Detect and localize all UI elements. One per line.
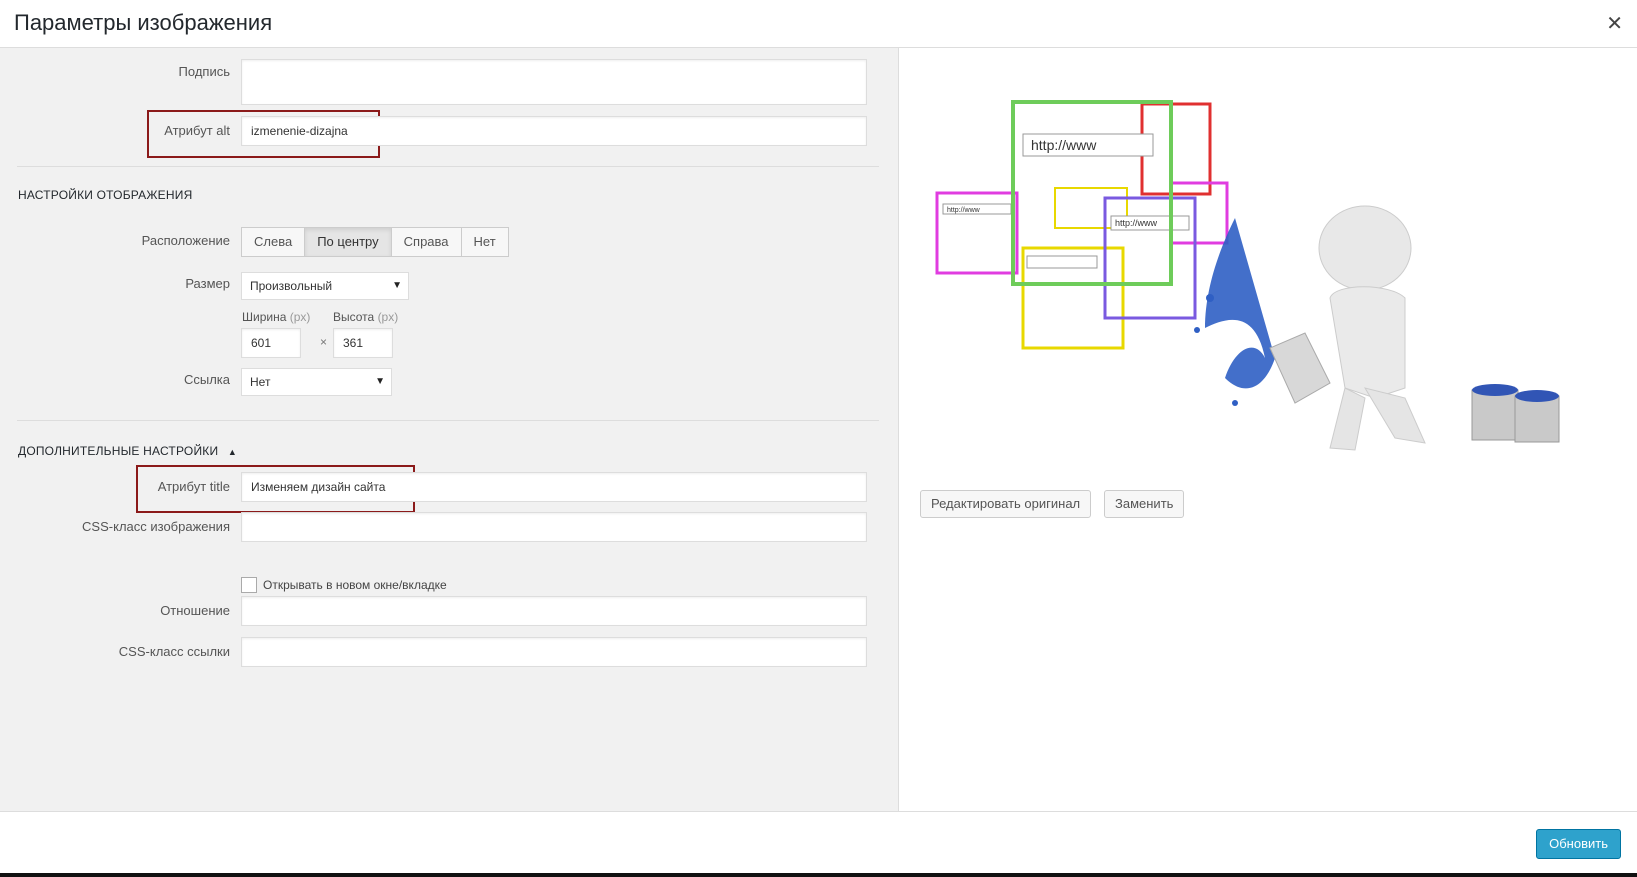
caption-textarea[interactable]: [241, 59, 867, 105]
align-left-button[interactable]: Слева: [241, 227, 306, 257]
url-text-small: http://www: [947, 207, 981, 214]
close-icon[interactable]: ✕: [1606, 11, 1623, 36]
new-window-checkbox[interactable]: [241, 577, 257, 593]
settings-panel: Подпись Атрибут alt izmenenie-dizajna НА…: [0, 48, 899, 811]
advanced-settings-title: ДОПОЛНИТЕЛЬНЫЕ НАСТРОЙКИ: [18, 444, 219, 458]
url-text-large: http://www: [1031, 137, 1097, 153]
display-settings-title: НАСТРОЙКИ ОТОБРАЖЕНИЯ: [18, 188, 193, 202]
title-attr-label: Атрибут title: [157, 479, 230, 494]
align-label: Расположение: [141, 233, 230, 248]
link-label: Ссылка: [183, 372, 230, 387]
height-label: Высота (px): [333, 310, 399, 324]
rel-input[interactable]: [241, 596, 867, 626]
dialog-header: Параметры изображения ✕: [0, 0, 1637, 48]
height-input[interactable]: 361: [333, 328, 393, 358]
css-link-input[interactable]: [241, 637, 867, 667]
alt-label: Атрибут alt: [164, 123, 230, 138]
size-label: Размер: [185, 276, 230, 291]
align-none-button[interactable]: Нет: [460, 227, 509, 257]
url-text-mid: http://www: [1115, 218, 1158, 228]
title-attr-input[interactable]: Изменяем дизайн сайта: [241, 472, 867, 502]
css-link-label: CSS-класс ссылки: [118, 644, 230, 659]
times-symbol: ×: [320, 335, 328, 349]
css-image-input[interactable]: [241, 512, 867, 542]
replace-button[interactable]: Заменить: [1104, 490, 1185, 518]
update-button[interactable]: Обновить: [1536, 829, 1621, 859]
caption-label: Подпись: [178, 64, 230, 79]
width-input[interactable]: 601: [241, 328, 301, 358]
size-select[interactable]: Произвольный ▼: [241, 272, 409, 300]
caret-down-icon: ▼: [392, 280, 402, 291]
divider: [17, 420, 879, 421]
edit-original-button[interactable]: Редактировать оригинал: [920, 490, 1092, 518]
divider: [17, 166, 879, 167]
align-center-button[interactable]: По центру: [304, 227, 392, 257]
preview-image: http://www http://www http://www: [935, 100, 1560, 451]
bottom-edge: [0, 873, 1637, 877]
link-select[interactable]: Нет ▼: [241, 368, 392, 396]
css-image-label: CSS-класс изображения: [82, 519, 230, 534]
size-select-value: Произвольный: [250, 279, 333, 293]
new-window-label: Открывать в новом окне/вкладке: [263, 578, 447, 592]
alt-input[interactable]: izmenenie-dizajna: [241, 116, 867, 146]
advanced-settings-toggle[interactable]: ДОПОЛНИТЕЛЬНЫЕ НАСТРОЙКИ ▲: [18, 444, 237, 458]
dialog-footer: Обновить: [0, 811, 1637, 873]
align-button-group: Слева По центру Справа Нет: [241, 227, 509, 257]
width-label: Ширина (px): [242, 310, 311, 324]
dialog-title: Параметры изображения: [14, 10, 273, 35]
link-select-value: Нет: [250, 375, 271, 389]
align-right-button[interactable]: Справа: [390, 227, 462, 257]
caret-down-icon: ▼: [375, 376, 385, 387]
caret-up-icon: ▲: [227, 447, 237, 457]
rel-label: Отношение: [160, 603, 230, 618]
